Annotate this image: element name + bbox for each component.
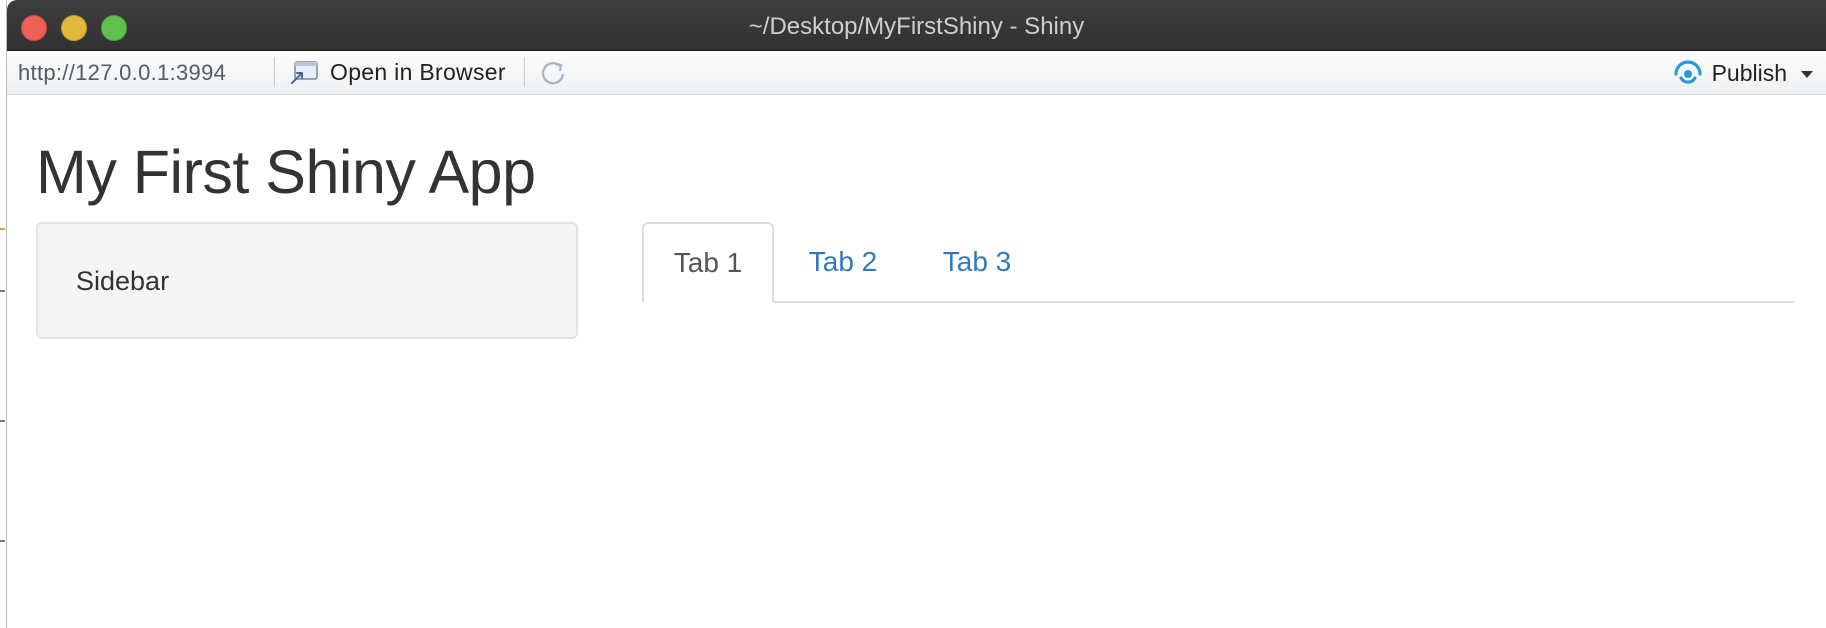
toolbar-divider <box>524 57 525 87</box>
chevron-down-icon[interactable] <box>1801 71 1813 78</box>
window-title: ~/Desktop/MyFirstShiny - Shiny <box>748 13 1085 40</box>
publish-icon <box>1673 60 1702 84</box>
open-in-browser-label: Open in Browser <box>330 58 506 85</box>
sidebar-panel: Sidebar <box>36 222 578 339</box>
publish-button[interactable]: Publish <box>1672 56 1813 90</box>
tabset: Tab 1 Tab 2 Tab 3 <box>642 222 1794 303</box>
window-titlebar[interactable]: ~/Desktop/MyFirstShiny - Shiny <box>7 0 1826 51</box>
tab-1[interactable]: Tab 1 <box>642 222 774 303</box>
page-title: My First Shiny App <box>36 138 536 206</box>
app-url: http://127.0.0.1:3994 <box>18 60 227 85</box>
tab-2[interactable]: Tab 2 <box>788 222 898 301</box>
background-window-edge <box>0 0 6 628</box>
refresh-icon[interactable] <box>538 58 568 88</box>
tab-3[interactable]: Tab 3 <box>922 222 1032 301</box>
publish-label: Publish <box>1711 59 1787 86</box>
sidebar-text: Sidebar <box>76 266 170 296</box>
open-in-browser-button[interactable]: Open in Browser <box>290 55 506 89</box>
open-in-browser-icon <box>291 61 318 84</box>
viewer-toolbar: http://127.0.0.1:3994 Open in Browser Pu… <box>7 51 1826 95</box>
shiny-viewer-window: ~/Desktop/MyFirstShiny - Shiny http://12… <box>7 0 1826 628</box>
shiny-app-content: My First Shiny App Sidebar Tab 1 Tab 2 T… <box>7 95 1826 628</box>
toolbar-divider <box>274 57 275 87</box>
